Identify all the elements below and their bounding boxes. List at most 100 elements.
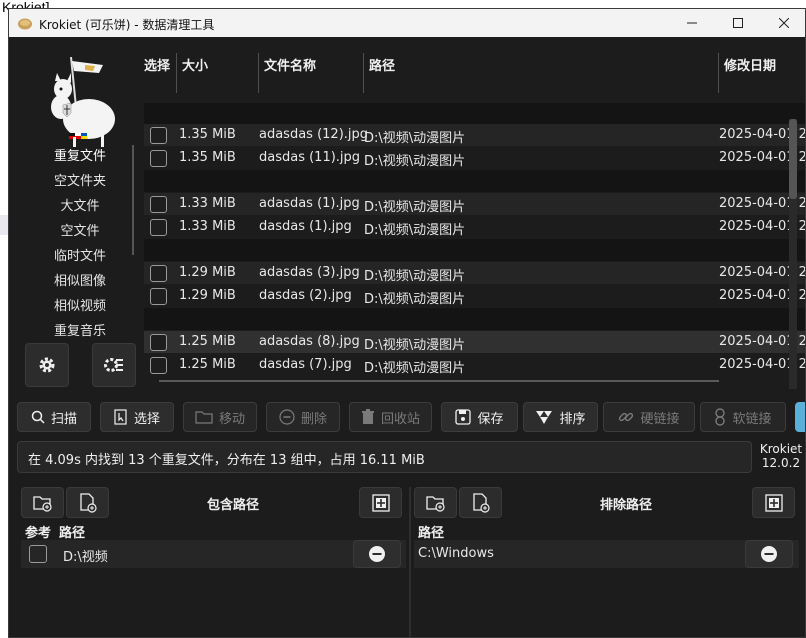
sidebar-item-empty-files[interactable]: 空文件 <box>29 223 131 241</box>
scan-button[interactable]: 扫描 <box>17 402 91 432</box>
row-size: 1.35 MiB <box>179 127 236 142</box>
llama-logo <box>51 57 115 147</box>
exclude-path-row[interactable]: C:\Windows <box>414 540 799 568</box>
exclude-manual-add-button[interactable] <box>752 487 795 518</box>
sort-button[interactable]: 排序 <box>523 402 598 432</box>
column-separator[interactable] <box>176 53 177 93</box>
maximize-icon <box>733 18 743 28</box>
sidebar-item-duplicate-music[interactable]: 重复音乐 <box>29 323 131 341</box>
softlink-button-label: 软链接 <box>732 411 772 427</box>
title-bar[interactable]: Krokiet (可乐饼) - 数据清理工具 <box>9 9 805 37</box>
table-row[interactable]: 1.33 MiB adasdas (1).jpg D:\视频\动漫图片 2025-04… <box>144 193 805 215</box>
table-row[interactable]: 1.29 MiB dasdas (2).jpg D:\视频\动漫图片 2025-04-… <box>144 285 805 307</box>
row-size: 1.25 MiB <box>179 357 236 372</box>
sort-button-label: 排序 <box>559 411 586 427</box>
row-checkbox[interactable] <box>150 219 167 236</box>
table-row[interactable]: 1.33 MiB dasdas (1).jpg D:\视频\动漫图片 2025-04-… <box>144 216 805 238</box>
row-checkbox[interactable] <box>150 150 167 167</box>
delete-button[interactable]: 删除 <box>266 402 340 432</box>
include-paths-title: 包含路径 <box>207 498 260 513</box>
row-path: D:\视频\动漫图片 <box>364 338 466 353</box>
scrollbar-thumb[interactable] <box>789 119 797 199</box>
softlink-button[interactable]: 软链接 <box>700 402 786 432</box>
add-exclude-file-button[interactable] <box>459 487 502 518</box>
row-file-name: dasdas (11).jpg <box>259 150 361 165</box>
save-button[interactable]: 保存 <box>441 402 518 432</box>
close-button[interactable] <box>761 9 805 37</box>
include-manual-add-button[interactable] <box>359 487 402 518</box>
row-path: D:\视频\动漫图片 <box>364 269 466 284</box>
move-button[interactable]: 移动 <box>183 402 257 432</box>
column-separator[interactable] <box>258 53 259 93</box>
group-separator-row <box>144 239 805 261</box>
row-checkbox[interactable] <box>150 196 167 213</box>
row-file-name: adasdas (1).jpg <box>259 196 360 211</box>
exclude-paths-panel: 排除路径 路径 C:\Windows <box>414 487 799 637</box>
column-separator[interactable] <box>363 53 364 93</box>
sidebar-item-big-files[interactable]: 大文件 <box>29 198 131 216</box>
row-file-name: dasdas (7).jpg <box>259 357 352 372</box>
table-row[interactable]: 1.29 MiB adasdas (3).jpg D:\视频\动漫图片 2025-04… <box>144 262 805 284</box>
maximize-button[interactable] <box>715 9 761 37</box>
remove-include-path-button[interactable] <box>353 540 401 568</box>
header-file-name[interactable]: 文件名称 <box>264 55 316 74</box>
select-button[interactable]: 选择 <box>100 402 174 432</box>
recycle-bin-button[interactable]: 回收站 <box>349 402 432 432</box>
app-name-label: Krokiet <box>759 442 803 456</box>
sidebar-scrollbar[interactable] <box>132 145 134 255</box>
search-icon <box>31 410 45 424</box>
sidebar-item-empty-folders[interactable]: 空文件夹 <box>29 173 131 191</box>
row-checkbox[interactable] <box>150 127 167 144</box>
hardlink-button[interactable]: 硬链接 <box>603 402 695 432</box>
remove-exclude-path-button[interactable] <box>745 540 793 568</box>
close-icon <box>779 18 789 28</box>
exclude-col-path: 路径 <box>418 526 445 541</box>
header-select[interactable]: 选择 <box>144 55 170 74</box>
sidebar-item-temp-files[interactable]: 临时文件 <box>29 248 131 266</box>
table-row[interactable]: 1.25 MiB adasdas (8).jpg D:\视频\动漫图片 2025-04… <box>144 331 805 353</box>
plus-box-icon <box>371 493 390 512</box>
include-col-path: 路径 <box>59 526 86 541</box>
row-file-name: adasdas (3).jpg <box>259 265 360 280</box>
minus-circle-icon <box>369 546 385 562</box>
panel-splitter[interactable] <box>409 487 411 637</box>
folder-add-icon <box>425 495 445 512</box>
minimize-button[interactable] <box>669 9 715 37</box>
table-row[interactable]: 1.35 MiB adasdas (12).jpg D:\视频\动漫图片 2025-0… <box>144 124 805 146</box>
row-file-name: dasdas (1).jpg <box>259 219 352 234</box>
header-size[interactable]: 大小 <box>182 55 208 74</box>
column-separator[interactable] <box>718 53 719 93</box>
reference-checkbox[interactable] <box>29 545 47 563</box>
plus-box-icon <box>764 493 783 512</box>
header-path[interactable]: 路径 <box>369 55 395 74</box>
include-path-row[interactable]: D:\视频 <box>21 540 406 568</box>
row-path: D:\视频\动漫图片 <box>364 154 466 169</box>
table-row[interactable]: 1.35 MiB dasdas (11).jpg D:\视频\动漫图片 2025-04… <box>144 147 805 169</box>
tools-button[interactable] <box>92 343 136 387</box>
sidebar-item-similar-images[interactable]: 相似图像 <box>29 273 131 291</box>
row-file-name: dasdas (2).jpg <box>259 288 352 303</box>
table-horizontal-scrollbar[interactable] <box>159 380 719 382</box>
background-window-strip <box>0 215 8 235</box>
sidebar-item-duplicate-files[interactable]: 重复文件 <box>29 148 131 166</box>
row-checkbox[interactable] <box>150 265 167 282</box>
table-row[interactable]: 1.25 MiB dasdas (7).jpg D:\视频\动漫图片 2025-04-… <box>144 354 805 376</box>
group-separator-row <box>144 170 805 192</box>
row-checkbox[interactable] <box>150 357 167 374</box>
header-modified-date[interactable]: 修改日期 <box>724 55 776 74</box>
app-window: Krokiet (可乐饼) - 数据清理工具 重复文件 空文件夹 大文件 空文件… <box>8 8 806 638</box>
sidebar-item-similar-videos[interactable]: 相似视频 <box>29 298 131 316</box>
file-add-icon <box>79 492 97 513</box>
add-include-folder-button[interactable] <box>21 487 64 518</box>
table-vertical-scrollbar[interactable] <box>789 119 797 389</box>
minimize-icon <box>687 22 697 24</box>
row-checkbox[interactable] <box>150 334 167 351</box>
settings-button[interactable] <box>25 343 69 387</box>
row-checkbox[interactable] <box>150 288 167 305</box>
row-size: 1.29 MiB <box>179 265 236 280</box>
sidebar: 重复文件 空文件夹 大文件 空文件 临时文件 相似图像 相似视频 重复音乐 <box>9 37 149 397</box>
action-toolbar: 扫描 选择 移动 删除 回收站 保存 排序 硬链接 软链接 <box>17 402 805 432</box>
add-include-file-button[interactable] <box>66 487 109 518</box>
rename-button-partial[interactable] <box>795 402 805 432</box>
add-exclude-folder-button[interactable] <box>414 487 457 518</box>
